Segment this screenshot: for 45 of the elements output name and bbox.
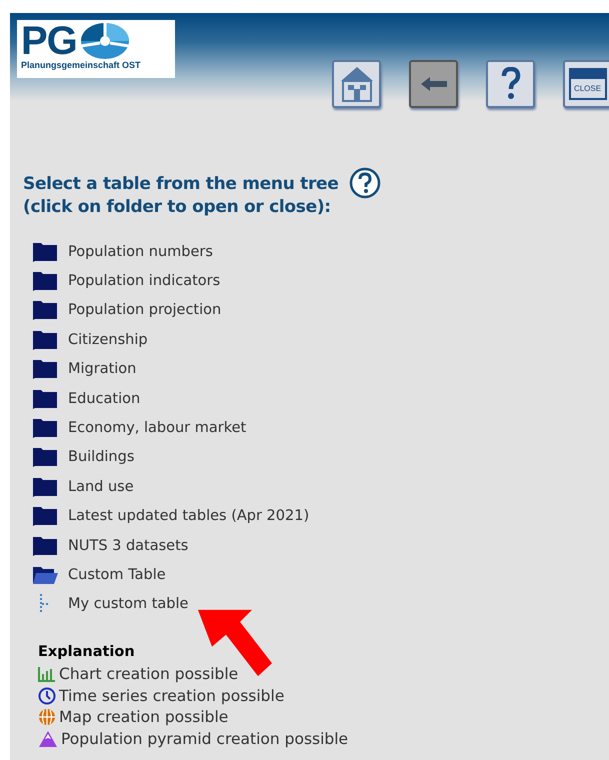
explanation-title: Explanation [38, 643, 136, 662]
help-button[interactable] [486, 60, 535, 108]
legend-label: Time series creation possible [59, 686, 284, 705]
question-mark-icon [500, 67, 520, 101]
legend-label: Population pyramid creation possible [61, 730, 348, 748]
folder-item[interactable]: Migration [68, 361, 136, 378]
bar-chart-icon [38, 666, 56, 682]
folder-icon [32, 417, 58, 440]
folder-icon [32, 270, 58, 292]
folder-icon [32, 476, 58, 498]
left-arrow-icon [418, 75, 448, 93]
logo-text: PG [21, 22, 77, 60]
home-icon [338, 65, 374, 103]
globe-icon [38, 708, 56, 726]
folder-icon [32, 505, 58, 528]
folder-icon [32, 328, 58, 351]
folder-item[interactable]: Population projection [68, 302, 222, 318]
home-button[interactable] [332, 60, 381, 108]
folder-item[interactable]: NUTS 3 datasets [68, 538, 188, 554]
folder-icon [32, 240, 58, 263]
folder-item[interactable]: Land use [68, 478, 134, 495]
folder-icon [32, 299, 58, 322]
folder-item[interactable]: Population numbers [68, 244, 213, 260]
logo-subtitle: Planungsgemeinschaft OST [21, 60, 141, 70]
folder-icon [32, 534, 58, 557]
close-button[interactable]: CLOSE [563, 60, 609, 108]
folder-icon [32, 358, 58, 380]
tree-branch-icon [40, 594, 50, 614]
folder-item[interactable]: Economy, labour market [68, 420, 246, 436]
folder-icon [32, 388, 58, 410]
folder-item[interactable]: Population indicators [68, 273, 220, 290]
help-icon[interactable] [348, 167, 380, 199]
legend-label: Chart creation possible [59, 664, 238, 683]
mountain-icon [38, 730, 58, 748]
clock-icon [38, 686, 56, 705]
instruction-heading: Select a table from the menu tree (click on folder to open or close): [23, 173, 338, 219]
folder-icon [32, 446, 58, 468]
folder-item[interactable]: Buildings [68, 449, 134, 466]
folder-item[interactable]: Education [68, 390, 140, 407]
close-label: CLOSE [572, 84, 602, 93]
folder-item[interactable]: Citizenship [68, 332, 148, 348]
table-link[interactable]: My custom table [68, 596, 188, 612]
folder-item[interactable]: Custom Table [68, 566, 166, 583]
folder-item[interactable]: Latest updated tables (Apr 2021) [68, 508, 310, 524]
legend-label: Map creation possible [59, 708, 228, 726]
